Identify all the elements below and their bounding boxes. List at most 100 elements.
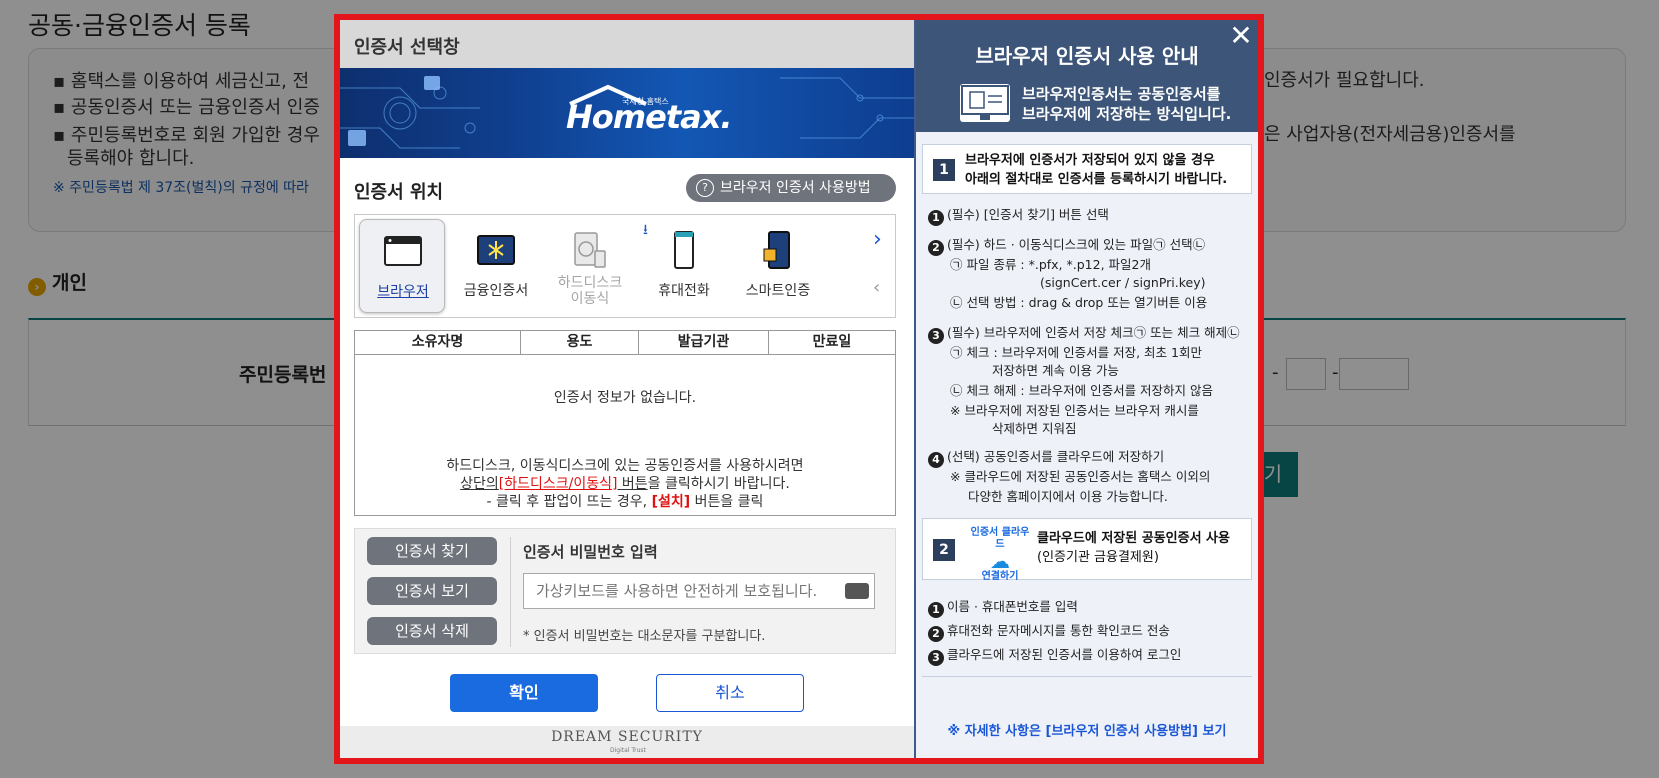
step-line: 브라우저에 인증서가 저장되어 있지 않을 경우 [965,153,1215,168]
find-cert-button[interactable]: 인증서 찾기 [367,537,497,565]
location-label: 휴대전화 [658,283,710,299]
guide-item-text: 다양한 홈페이지에서 이용 가능합니다. [968,489,1168,504]
guide-item-text: ㉠ 파일 종류 : *.pfx, *.p12, 파일2개 [950,257,1151,272]
cert-control-box: 인증서 찾기 인증서 보기 인증서 삭제 인증서 비밀번호 입력 * 인증서 비… [354,528,896,654]
guide-item-text: ※ 클라우드에 저장된 공동인증서는 홈택스 이외의 [950,469,1211,484]
cert-select-panel: 인증서 선택창 국세청 홈택스 Hometax. 인증서 위치 ? 브라우저 인… [340,20,914,758]
location-label: 금융인증서 [463,283,529,299]
hometax-banner: 국세청 홈택스 Hometax. [340,68,914,158]
step-text: 브라우저에 인증서가 저장되어 있지 않을 경우 아래의 절차대로 인증서를 등… [965,151,1227,189]
howto-label: 브라우저 인증서 사용방법 [720,180,871,196]
number-circle-icon: 1 [928,602,944,618]
close-icon[interactable]: ✕ [1226,22,1256,50]
install-text: [설치] [651,494,691,510]
dream-security-logo: DREAM SECURITY [551,729,703,745]
location-label: 하드디스크 이동식 [557,275,623,307]
guide-description: 브라우저인증서는 공동인증서를 브라우저에 저장하는 방식입니다. [1022,84,1231,124]
divider [510,537,511,647]
modal-title: 인증서 선택창 [354,37,460,58]
harddisk-guide-message: 하드디스크, 이동식디스크에 있는 공동인증서를 사용하시려면 상단의[하드디스… [355,457,895,511]
location-browser[interactable]: 브라우저 [359,219,445,313]
browser-cert-guide-panel: 브라우저 인증서 사용 안내 브라우저인증서는 공동인증서를 브라우저에 저장하… [914,20,1258,758]
cancel-button[interactable]: 취소 [656,674,804,712]
guide-item: 3 클라우드에 저장된 인증서를 이용하여 로그인 [928,646,1181,666]
msg-line: 하드디스크, 이동식디스크에 있는 공동인증서를 사용하시려면 [446,458,804,474]
location-label: 브라우저 [377,284,429,300]
location-title: 인증서 위치 [354,182,444,203]
guide-item: 1 (필수) [인증서 찾기] 버튼 선택 [928,206,1109,226]
guide-item-text: ※ 브라우저에 저장된 인증서는 브라우저 캐시를 [950,403,1199,418]
number-circle-icon: 1 [928,210,944,226]
number-circle-icon: 3 [928,328,944,344]
guide-item-text: ㉡ 체크 해제 : 브라우저에 인증서를 저장하지 않음 [950,383,1214,398]
browser-icon [384,236,422,266]
location-label: 스마트인증 [745,283,811,299]
guide-item: 2 (필수) 하드 · 이동식디스크에 있는 파일㉠ 선택㉡ [928,236,1205,256]
guide-desc-line: 브라우저인증서는 공동인증서를 [1022,85,1221,103]
hometax-logo: Hometax. [566,98,732,136]
guide-item-text: (필수) 하드 · 이동식디스크에 있는 파일㉠ 선택㉡ [947,237,1206,252]
guide-step-1: 1 브라우저에 인증서가 저장되어 있지 않을 경우 아래의 절차대로 인증서를… [922,144,1252,194]
location-mobile[interactable]: 휴대전화 [641,219,727,313]
msg-part: 을 클릭하시기 바랍니다. [647,476,790,492]
password-input[interactable] [523,573,875,609]
guide-item-text: (필수) [인증서 찾기] 버튼 선택 [947,207,1109,222]
msg-part: 버튼을 클릭 [690,494,764,510]
guide-detail-link[interactable]: ※ 자세한 사항은 [브라우저 인증서 사용방법] 보기 [916,720,1258,739]
chevron-right-icon[interactable]: › [873,227,882,252]
browser-cert-howto-button[interactable]: ? 브라우저 인증서 사용방법 [686,174,896,202]
guide-item: 2 휴대전화 문자메시지를 통한 확인코드 전송 [928,622,1170,642]
col-expiry: 만료일 [812,334,852,350]
col-purpose: 용도 [521,331,639,354]
number-circle-icon: 2 [928,240,944,256]
location-smart-cert[interactable]: 스마트인증 [735,219,821,313]
vendor-footer: DREAM SECURITY Digital Trust [340,726,914,758]
monitor-cert-icon [960,84,1010,122]
no-cert-message: 인증서 정보가 없습니다. [553,390,697,406]
vendor-tagline: Digital Trust [610,747,646,754]
step-number: 1 [933,159,955,181]
virtual-keyboard-icon[interactable] [845,583,869,599]
step-text: 클라우드에 저장된 공동인증서 사용 (인증기관 금융결제원) [1037,529,1230,567]
question-icon: ? [696,179,714,197]
guide-header: 브라우저 인증서 사용 안내 브라우저인증서는 공동인증서를 브라우저에 저장하… [916,20,1258,132]
view-cert-button[interactable]: 인증서 보기 [367,577,497,605]
cloud-label: 인증서 클라우드 [970,527,1030,550]
guide-item: 3 (필수) 브라우저에 인증서 저장 체크㉠ 또는 체크 해제㉡ [928,324,1240,344]
modal-header: 인증서 선택창 [340,20,914,68]
step-line: (인증기관 금융결제원) [1037,550,1159,565]
guide-item-text: (signCert.cer / signPri.key) [1040,275,1206,290]
guide-item-text: (선택) 공동인증서를 클라우드에 저장하기 [947,449,1165,464]
delete-cert-button[interactable]: 인증서 삭제 [367,617,497,645]
msg-part: - 클릭 후 팝업이 뜨는 경우, [486,494,652,510]
msg-part: 상단의 [460,476,499,492]
guide-item-text: 휴대전화 문자메시지를 통한 확인코드 전송 [947,623,1170,638]
cloud-icon: ☁ [990,549,1010,573]
financial-cert-icon [477,235,515,265]
guide-item-text: ㉡ 선택 방법 : drag & drop 또는 열기버튼 이용 [950,295,1208,310]
col-owner: 소유자명 [355,331,521,354]
location-harddisk[interactable]: 하드디스크 이동식 [547,219,633,313]
step-line: 클라우드에 저장된 공동인증서 사용 [1037,531,1230,546]
guide-item-text: 저장하면 계속 이용 가능 [992,363,1119,378]
location-financial-cert[interactable]: 금융인증서 [453,219,539,313]
mobile-phone-icon [674,231,694,269]
cert-table: 소유자명 용도 발급기관 만료일 인증서 정보가 없습니다. 하드디스크, 이동… [354,330,896,516]
cloud-connect-icon[interactable]: 인증서 클라우드 ☁ 연결하기 [967,527,1033,583]
harddisk-link[interactable]: [하드디스크/이동식] [499,476,618,492]
guide-item-text: 클라우드에 저장된 인증서를 이용하여 로그인 [947,647,1182,662]
guide-item: 4 (선택) 공동인증서를 클라우드에 저장하기 [928,448,1164,468]
guide-item: 1 이름 · 휴대폰번호를 입력 [928,598,1078,618]
number-circle-icon: 2 [928,626,944,642]
col-issuer: 발급기관 [639,331,769,354]
smart-cert-icon [763,231,790,269]
guide-item-text: 삭제하면 지워짐 [992,421,1077,436]
confirm-button[interactable]: 확인 [450,674,598,712]
guide-item-text: 이름 · 휴대폰번호를 입력 [947,599,1078,614]
password-title: 인증서 비밀번호 입력 [523,543,658,561]
divider [922,676,1252,677]
msg-line: - 클릭 후 팝업이 뜨는 경우, [설치] 버튼을 클릭 [355,493,895,511]
cert-location-selector: 브라우저 금융인증서 하드디스크 이동식 ⭳ 휴대전화 스마트인증 › ‹ [354,214,896,318]
chevron-left-icon[interactable]: ‹ [873,277,880,298]
password-note: * 인증서 비밀번호는 대소문자를 구분합니다. [523,629,766,644]
